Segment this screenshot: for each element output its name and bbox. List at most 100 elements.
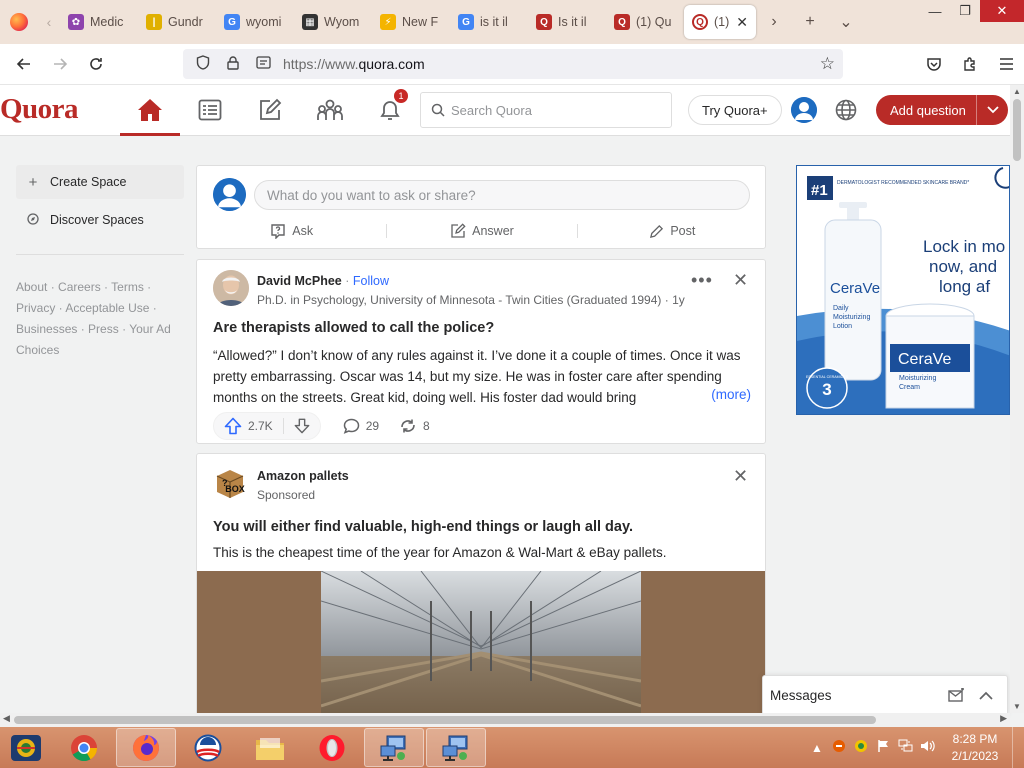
footer-link[interactable]: Terms xyxy=(111,280,144,294)
system-clock[interactable]: 8:28 PM 2/1/2023 xyxy=(938,731,1012,765)
scroll-right-arrow-icon[interactable]: ▶ xyxy=(1000,713,1007,724)
language-globe-icon[interactable] xyxy=(833,97,859,123)
browser-tab[interactable]: Q Is it il xyxy=(528,5,606,39)
ad-title[interactable]: You will either find valuable, high-end … xyxy=(213,519,633,535)
ad-text[interactable]: This is the cheapest time of the year fo… xyxy=(213,545,666,560)
back-icon[interactable] xyxy=(6,46,42,82)
address-bar[interactable]: https://www.quora.com ☆ xyxy=(183,49,843,79)
tray-expand-icon[interactable]: ▲ xyxy=(806,741,828,755)
bookmark-star-icon[interactable]: ☆ xyxy=(820,54,835,74)
quora-logo[interactable]: Quora xyxy=(0,93,79,126)
dismiss-close-icon[interactable]: ✕ xyxy=(733,270,748,291)
pocket-icon[interactable] xyxy=(916,46,952,82)
start-button[interactable] xyxy=(0,728,52,767)
try-quora-plus-button[interactable]: Try Quora+ xyxy=(688,95,782,125)
nav-spaces[interactable] xyxy=(300,85,360,135)
browser-tab[interactable]: Q (1) Qu xyxy=(606,5,684,39)
taskbar-firefox[interactable] xyxy=(116,728,176,767)
taskbar-chrome[interactable] xyxy=(54,728,114,767)
compose-message-icon[interactable] xyxy=(941,688,971,702)
browser-tab[interactable]: Gwyomi xyxy=(216,5,294,39)
comment-button[interactable]: 29 xyxy=(343,418,379,434)
answer-button[interactable]: Answer xyxy=(387,218,576,244)
scroll-up-arrow-icon[interactable]: ▲ xyxy=(1010,87,1024,96)
lock-icon[interactable] xyxy=(223,55,243,73)
tray-security-icon[interactable] xyxy=(850,739,872,756)
author-avatar[interactable] xyxy=(213,270,249,306)
advertiser-name[interactable]: Amazon pallets xyxy=(257,469,349,483)
footer-link[interactable]: Press xyxy=(88,322,119,336)
amazon-pallets-box-icon[interactable]: BOX? xyxy=(213,466,247,500)
footer-link[interactable]: Businesses xyxy=(16,322,77,336)
forward-icon[interactable] xyxy=(42,46,78,82)
scroll-left-arrow-icon[interactable]: ◀ xyxy=(3,713,10,724)
chevron-up-icon[interactable] xyxy=(971,691,1001,700)
browser-tab[interactable]: | Gundr xyxy=(138,5,216,39)
add-question-button[interactable]: Add question xyxy=(876,95,1008,125)
volume-icon[interactable] xyxy=(916,739,938,756)
taskbar-network-app-2[interactable] xyxy=(426,728,486,767)
tab-scroll-right-icon[interactable]: › xyxy=(756,0,792,44)
footer-link[interactable]: Acceptable Use xyxy=(65,301,149,315)
profile-avatar[interactable] xyxy=(791,97,817,123)
scroll-down-arrow-icon[interactable]: ▼ xyxy=(1010,702,1024,711)
dismiss-close-icon[interactable]: ✕ xyxy=(733,466,748,487)
action-center-flag-icon[interactable] xyxy=(872,739,894,756)
create-space-button[interactable]: + Create Space xyxy=(16,165,184,199)
show-desktop-button[interactable] xyxy=(1012,727,1024,768)
answer-body[interactable]: “Allowed?” I don’t know of any rules aga… xyxy=(213,345,753,409)
nav-notifications[interactable]: 1 xyxy=(360,85,420,135)
messages-panel[interactable]: Messages xyxy=(762,675,1008,715)
browser-tab-active[interactable]: Q (1) ✕ xyxy=(684,5,756,39)
taskbar-file-explorer[interactable] xyxy=(240,728,300,767)
tab-close-icon[interactable]: ✕ xyxy=(736,14,748,31)
footer-link[interactable]: Privacy xyxy=(16,301,55,315)
search-box[interactable] xyxy=(420,92,672,128)
taskbar-opera[interactable] xyxy=(302,728,362,767)
chevron-down-icon[interactable] xyxy=(977,106,1008,114)
taskbar-network-app-1[interactable] xyxy=(364,728,424,767)
author-name[interactable]: David McPhee xyxy=(257,274,342,288)
restore-icon[interactable]: ❐ xyxy=(950,0,980,22)
new-tab-button[interactable]: + xyxy=(792,0,828,44)
search-input[interactable] xyxy=(451,102,661,118)
taskbar-obama-app[interactable] xyxy=(178,728,238,767)
follow-link[interactable]: Follow xyxy=(353,274,389,288)
messages-label[interactable]: Messages xyxy=(763,688,941,703)
ad-image[interactable] xyxy=(197,571,765,732)
network-status-icon[interactable] xyxy=(894,739,916,756)
list-all-tabs-icon[interactable]: ⌄ xyxy=(828,0,864,44)
cerave-side-ad[interactable]: #1 DERMATOLOGIST RECOMMENDED SKINCARE BR… xyxy=(796,165,1010,415)
ask-button[interactable]: Ask xyxy=(197,218,386,244)
tab-scroll-left-icon[interactable]: ‹ xyxy=(38,0,60,44)
post-button[interactable]: Post xyxy=(578,218,765,244)
extensions-icon[interactable] xyxy=(952,46,988,82)
firefox-menu-icon[interactable] xyxy=(0,0,38,44)
more-link[interactable]: (more) xyxy=(695,387,751,402)
share-button[interactable]: 8 xyxy=(399,418,430,434)
more-options-icon[interactable]: ••• xyxy=(691,270,713,291)
footer-link[interactable]: About xyxy=(16,280,47,294)
question-title[interactable]: Are therapists allowed to call the polic… xyxy=(213,320,494,336)
window-close-icon[interactable]: ✕ xyxy=(980,0,1024,22)
nav-answer[interactable] xyxy=(240,85,300,135)
page-info-icon[interactable] xyxy=(253,56,273,72)
reload-icon[interactable] xyxy=(78,46,114,82)
downvote-button[interactable] xyxy=(284,412,320,440)
user-avatar[interactable] xyxy=(213,178,246,211)
vertical-scroll-thumb[interactable] xyxy=(1013,99,1021,161)
browser-tab[interactable]: ⚡ New F xyxy=(372,5,450,39)
hamburger-menu-icon[interactable] xyxy=(988,46,1024,82)
upvote-button[interactable]: 2.7K xyxy=(214,412,283,440)
nav-following[interactable] xyxy=(180,85,240,135)
horizontal-scrollbar[interactable]: ◀ ▶ xyxy=(0,713,1010,727)
tray-app-icon[interactable] xyxy=(828,739,850,756)
tracking-protection-icon[interactable] xyxy=(193,55,213,73)
footer-link[interactable]: Careers xyxy=(58,280,101,294)
url-text[interactable]: https://www.quora.com xyxy=(283,56,425,72)
horizontal-scroll-thumb[interactable] xyxy=(14,716,876,724)
nav-home[interactable] xyxy=(120,85,180,136)
ask-input[interactable] xyxy=(254,180,750,210)
browser-tab[interactable]: ▦ Wyom xyxy=(294,5,372,39)
minimize-icon[interactable]: — xyxy=(920,0,950,22)
